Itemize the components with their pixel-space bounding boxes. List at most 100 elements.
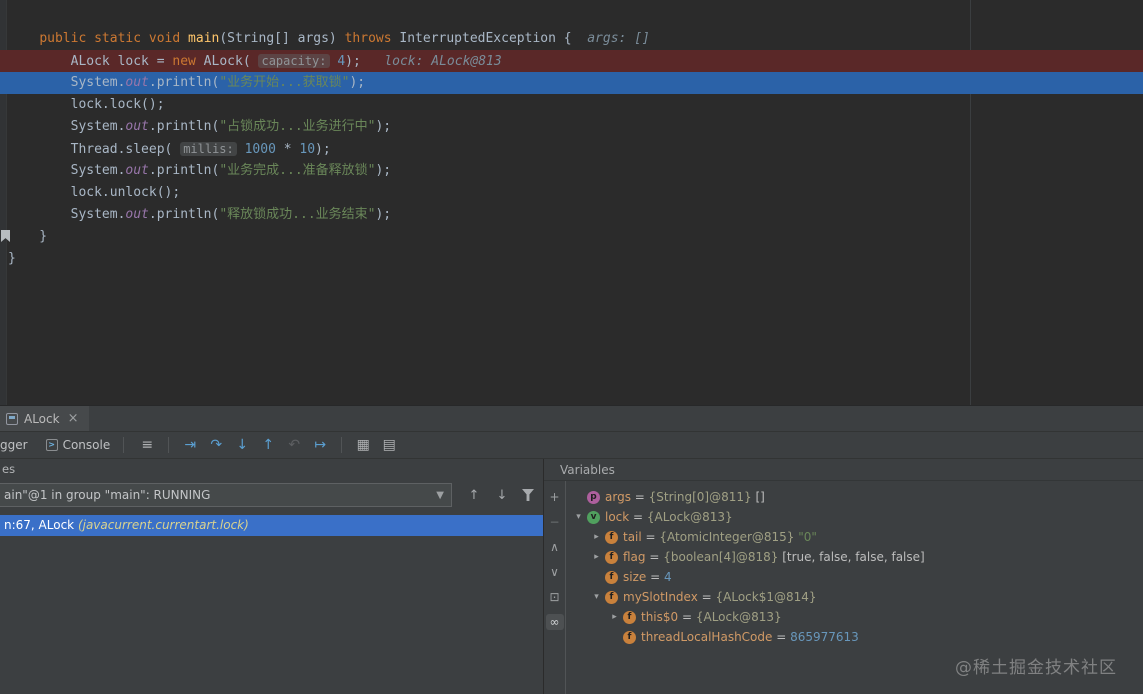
- run-to-cursor-icon[interactable]: ↦: [311, 436, 329, 454]
- tree-expander-icon[interactable]: ▸: [588, 552, 605, 562]
- next-frame-icon[interactable]: ↓: [494, 488, 510, 503]
- code-token: 1000: [244, 142, 276, 157]
- variable-text: 865977613: [790, 630, 859, 644]
- code-token: );: [375, 207, 392, 222]
- code-token: ALock lock =: [8, 54, 173, 69]
- variable-text: =: [629, 510, 647, 524]
- variable-text: tail: [623, 530, 642, 544]
- tree-expander-icon[interactable]: ▸: [588, 532, 605, 542]
- frame-location: n:67, ALock: [4, 518, 78, 532]
- code-line[interactable]: }: [0, 226, 1143, 248]
- variable-text: [true, false, false, false]: [782, 550, 925, 564]
- tree-expander-icon[interactable]: ▸: [606, 612, 623, 622]
- step-into-icon[interactable]: ↓: [233, 436, 251, 454]
- copy-icon[interactable]: ⊡: [546, 589, 564, 605]
- separator: [341, 437, 343, 453]
- variable-row[interactable]: ▸ f tail = {AtomicInteger@815} "0": [566, 527, 1143, 547]
- code-token: 10: [299, 142, 316, 157]
- code-token: (String[] args): [219, 31, 345, 46]
- code-token: lock: ALock@813: [384, 54, 502, 69]
- code-line[interactable]: System.out.println("释放锁成功...业务结束");: [0, 204, 1143, 226]
- code-token: }: [8, 229, 48, 244]
- code-token: InterruptedException {: [391, 31, 572, 46]
- tab-console-label: Console: [62, 438, 111, 452]
- code-token: capacity:: [258, 54, 330, 68]
- code-token: out: [125, 75, 149, 90]
- view-as-table-icon[interactable]: ▦: [354, 436, 372, 454]
- infinity-icon[interactable]: ∞: [545, 614, 564, 630]
- variable-row[interactable]: ▾ f mySlotIndex = {ALock$1@814}: [566, 587, 1143, 607]
- layout-settings-icon[interactable]: ▤: [380, 436, 398, 454]
- menu-icon[interactable]: ≡: [138, 436, 156, 454]
- filter-frames-icon[interactable]: [522, 489, 534, 501]
- code-token: .println(: [148, 207, 220, 222]
- breakpoint-line[interactable]: ALock lock = new ALock( capacity: 4); lo…: [0, 50, 1143, 72]
- tree-expander-icon[interactable]: ▾: [570, 512, 587, 522]
- code-token: new: [172, 54, 196, 69]
- code-token: System.: [8, 207, 126, 222]
- code-token: out: [125, 119, 149, 134]
- chevron-down-icon[interactable]: ∨: [546, 564, 564, 580]
- frames-panel: es ain"@1 in group "main": RUNNING ▼ ↑ ↓ …: [0, 459, 544, 694]
- code-editor: public static void main(String[] args) t…: [0, 0, 1143, 405]
- close-icon[interactable]: ×: [66, 412, 81, 425]
- code-line[interactable]: System.out.println("业务完成...准备释放锁");: [0, 160, 1143, 182]
- code-token: out: [125, 163, 149, 178]
- variable-text: =: [630, 490, 649, 504]
- variable-text: =: [641, 530, 660, 544]
- variable-row[interactable]: ▾ v lock = {ALock@813}: [566, 507, 1143, 527]
- code-token: System.: [8, 75, 126, 90]
- code-token: args: []: [587, 31, 650, 46]
- code-token: static: [94, 31, 142, 46]
- previous-frame-icon[interactable]: ↑: [466, 488, 482, 503]
- variable-text: []: [755, 490, 765, 504]
- execution-line[interactable]: System.out.println("业务开始...获取锁");: [0, 72, 1143, 94]
- tab-debugger-label: gger: [0, 438, 28, 452]
- code-token: );: [349, 75, 366, 90]
- code-line[interactable]: lock.lock();: [0, 94, 1143, 116]
- variable-text: 4: [663, 570, 672, 584]
- variable-row[interactable]: p args = {String[0]@811} []: [566, 487, 1143, 507]
- stack-frame-row[interactable]: n:67, ALock (javacurrent.currentart.lock…: [0, 515, 543, 536]
- chevron-up-icon[interactable]: ∧: [546, 539, 564, 555]
- code-line[interactable]: }: [0, 248, 1143, 270]
- field-icon: f: [605, 570, 618, 584]
- step-out-icon[interactable]: ↑: [259, 436, 277, 454]
- watermark: @稀土掘金技术社区: [955, 658, 1117, 678]
- debug-tab-icon: [6, 412, 18, 425]
- code-token: "业务开始...获取锁": [219, 75, 350, 90]
- variable-row[interactable]: f threadLocalHashCode = 865977613: [566, 627, 1143, 647]
- tree-expander-icon[interactable]: ▾: [588, 592, 605, 602]
- tool-window-tab-label: ALock: [24, 411, 60, 426]
- code-line[interactable]: System.out.println("占锁成功...业务进行中");: [0, 116, 1143, 138]
- code-token: .println(: [148, 75, 220, 90]
- variable-row[interactable]: f size = 4: [566, 567, 1143, 587]
- code-token: lock.lock();: [8, 97, 165, 112]
- tool-window-tab-alock[interactable]: ALock ×: [0, 406, 90, 431]
- tab-console[interactable]: > Console: [37, 432, 120, 458]
- code-line[interactable]: lock.unlock();: [0, 182, 1143, 204]
- field-icon: f: [605, 550, 618, 564]
- variable-text: {ALock@813}: [646, 510, 733, 524]
- show-execution-point-icon[interactable]: ⇥: [181, 436, 199, 454]
- code-line[interactable]: public static void main(String[] args) t…: [0, 28, 1143, 50]
- code-line[interactable]: Thread.sleep( millis: 1000 * 10);: [0, 138, 1143, 160]
- thread-selector-value: ain"@1 in group "main": RUNNING: [4, 488, 211, 502]
- variable-text: {boolean[4]@818}: [663, 550, 783, 564]
- code-token: );: [375, 119, 392, 134]
- thread-selector-dropdown[interactable]: ain"@1 in group "main": RUNNING ▼: [0, 483, 452, 507]
- step-over-icon[interactable]: ↷: [207, 436, 225, 454]
- code-token: lock.unlock();: [8, 185, 181, 200]
- tool-window-header: ALock ×: [0, 406, 1143, 432]
- variable-text: {ALock$1@814}: [715, 590, 817, 604]
- add-icon[interactable]: +: [546, 489, 564, 505]
- variable-row[interactable]: ▸ f this$0 = {ALock@813}: [566, 607, 1143, 627]
- code-line[interactable]: [0, 6, 1143, 28]
- remove-icon[interactable]: −: [546, 514, 564, 530]
- tab-debugger[interactable]: gger: [0, 432, 37, 458]
- drop-frame-icon[interactable]: ↶: [285, 436, 303, 454]
- code-token: "业务完成...准备释放锁": [219, 163, 376, 178]
- variable-row[interactable]: ▸ f flag = {boolean[4]@818} [true, false, …: [566, 547, 1143, 567]
